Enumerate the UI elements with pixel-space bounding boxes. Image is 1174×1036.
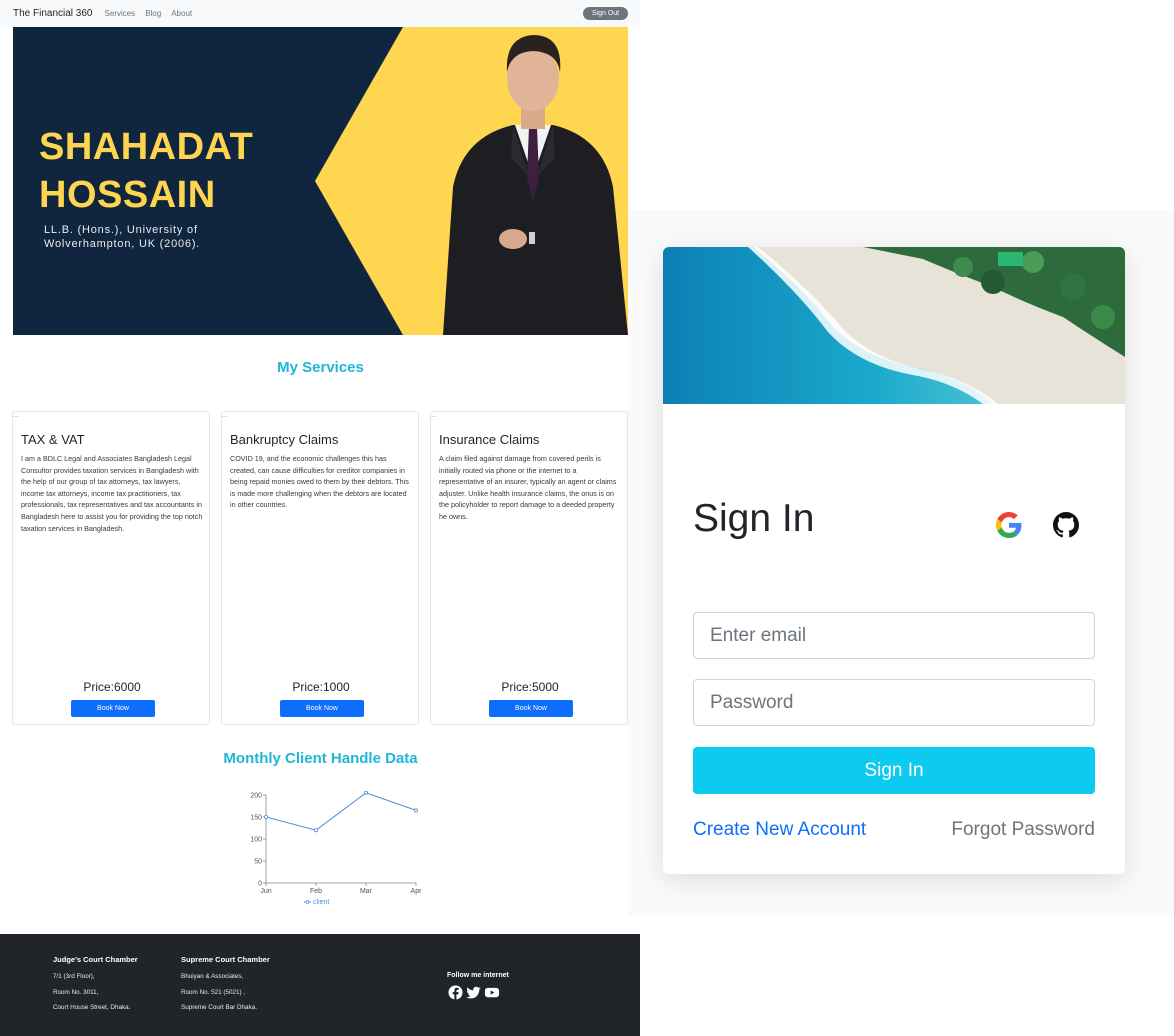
website-preview: The Financial 360 Services Blog About Si… (0, 0, 640, 1036)
series-line-client (265, 792, 417, 831)
data-point (314, 828, 319, 833)
broken-image: ... (222, 412, 228, 419)
footer-line: Court House Street, Dhaka. (53, 1004, 131, 1011)
x-tick-label: Jun (260, 888, 271, 895)
card-text: I am a BDLC Legal and Associates Banglad… (21, 454, 203, 533)
legend-marker-dot (305, 900, 310, 904)
footer-line: Room No. 521 (5021) , (181, 988, 246, 996)
card-price: Price:1000 (292, 680, 350, 694)
client-line-chart: 0 50 100 150 200 Jun Feb Mar Apr client (250, 790, 423, 906)
hero-banner: SHAHADAT HOSSAIN LL.B. (Hons.), Universi… (13, 27, 628, 335)
footer-line: Room No. 3011, (53, 988, 99, 996)
beach-header-image (663, 247, 1125, 404)
footer: Judge's Court Chamber 7/1 (3rd Floor), R… (0, 934, 640, 1036)
broken-image: ... (431, 412, 437, 419)
y-tick-label: 100 (250, 837, 262, 844)
google-icon[interactable] (996, 512, 1022, 538)
y-tick-label: 150 (250, 815, 262, 822)
follow-label: Follow me internet (447, 972, 509, 979)
hero-credentials: LL.B. (Hons.), University of Wolverhampt… (44, 224, 201, 250)
footer-line: Supreme Court Bar Dhaka. (181, 1004, 257, 1011)
book-now-button[interactable]: Book Now (71, 700, 155, 717)
signin-heading: Sign In (693, 497, 815, 540)
book-now-button[interactable]: Book Now (489, 700, 573, 717)
card-title: TAX & VAT (21, 432, 85, 447)
twitter-icon[interactable] (466, 985, 481, 1000)
x-tick-label: Feb (310, 888, 322, 895)
x-tick-label: Apr (411, 888, 423, 895)
card-text: COVID 19, and the economic challenges th… (230, 454, 409, 510)
footer-line: Bhuiyan & Associates, (181, 973, 244, 980)
broken-image: ... (13, 412, 19, 419)
service-card-bankruptcy: ... Bankruptcy Claims COVID 19, and the … (221, 411, 419, 725)
footer-line: 7/1 (3rd Floor), (53, 973, 95, 980)
service-card-insurance: ... Insurance Claims A claim filed again… (430, 411, 628, 725)
signin-card: Sign In Sign In Create New Account Forgo… (663, 247, 1125, 874)
x-tick-label: Mar (360, 888, 373, 895)
password-field[interactable] (693, 679, 1095, 726)
data-point (263, 814, 268, 819)
card-price: Price:5000 (501, 680, 559, 694)
card-price: Price:6000 (83, 680, 141, 694)
y-tick-label: 0 (258, 881, 262, 888)
legend-label: client (313, 899, 329, 906)
y-tick-label: 50 (254, 859, 262, 866)
footer-heading: Judge's Court Chamber (53, 955, 138, 964)
github-icon[interactable] (1053, 512, 1079, 538)
portrait-image (443, 35, 628, 335)
service-card-tax: ... TAX & VAT I am a BDLC Legal and Asso… (12, 411, 210, 725)
hero-name: SHAHADAT HOSSAIN (39, 126, 254, 216)
social-links (448, 985, 500, 1000)
facebook-icon[interactable] (448, 985, 463, 1000)
forgot-password-link[interactable]: Forgot Password (951, 819, 1095, 841)
nav-about[interactable]: About (171, 9, 192, 18)
nav-services[interactable]: Services (105, 9, 136, 18)
services-heading: My Services (277, 359, 364, 376)
sign-in-button[interactable]: Sign In (693, 747, 1095, 794)
youtube-icon[interactable] (484, 985, 500, 1000)
footer-col-judges-court: Judge's Court Chamber 7/1 (3rd Floor), R… (53, 955, 138, 1016)
sign-out-button[interactable]: Sign Out (583, 7, 628, 20)
nav-blog[interactable]: Blog (145, 9, 161, 18)
chart-heading: Monthly Client Handle Data (223, 750, 418, 767)
card-title: Bankruptcy Claims (230, 432, 339, 447)
footer-heading: Supreme Court Chamber (181, 955, 270, 964)
create-account-link[interactable]: Create New Account (693, 819, 866, 841)
navbar: The Financial 360 Services Blog About Si… (0, 0, 640, 27)
card-text: A claim filed against damage from covere… (439, 454, 617, 521)
data-point (413, 808, 418, 813)
card-title: Insurance Claims (439, 432, 540, 447)
book-now-button[interactable]: Book Now (280, 700, 364, 717)
footer-col-supreme-court: Supreme Court Chamber Bhuiyan & Associat… (181, 955, 270, 1016)
y-tick-label: 200 (250, 793, 262, 800)
brand-link[interactable]: The Financial 360 (13, 8, 93, 19)
email-field[interactable] (693, 612, 1095, 659)
data-point (364, 790, 369, 795)
